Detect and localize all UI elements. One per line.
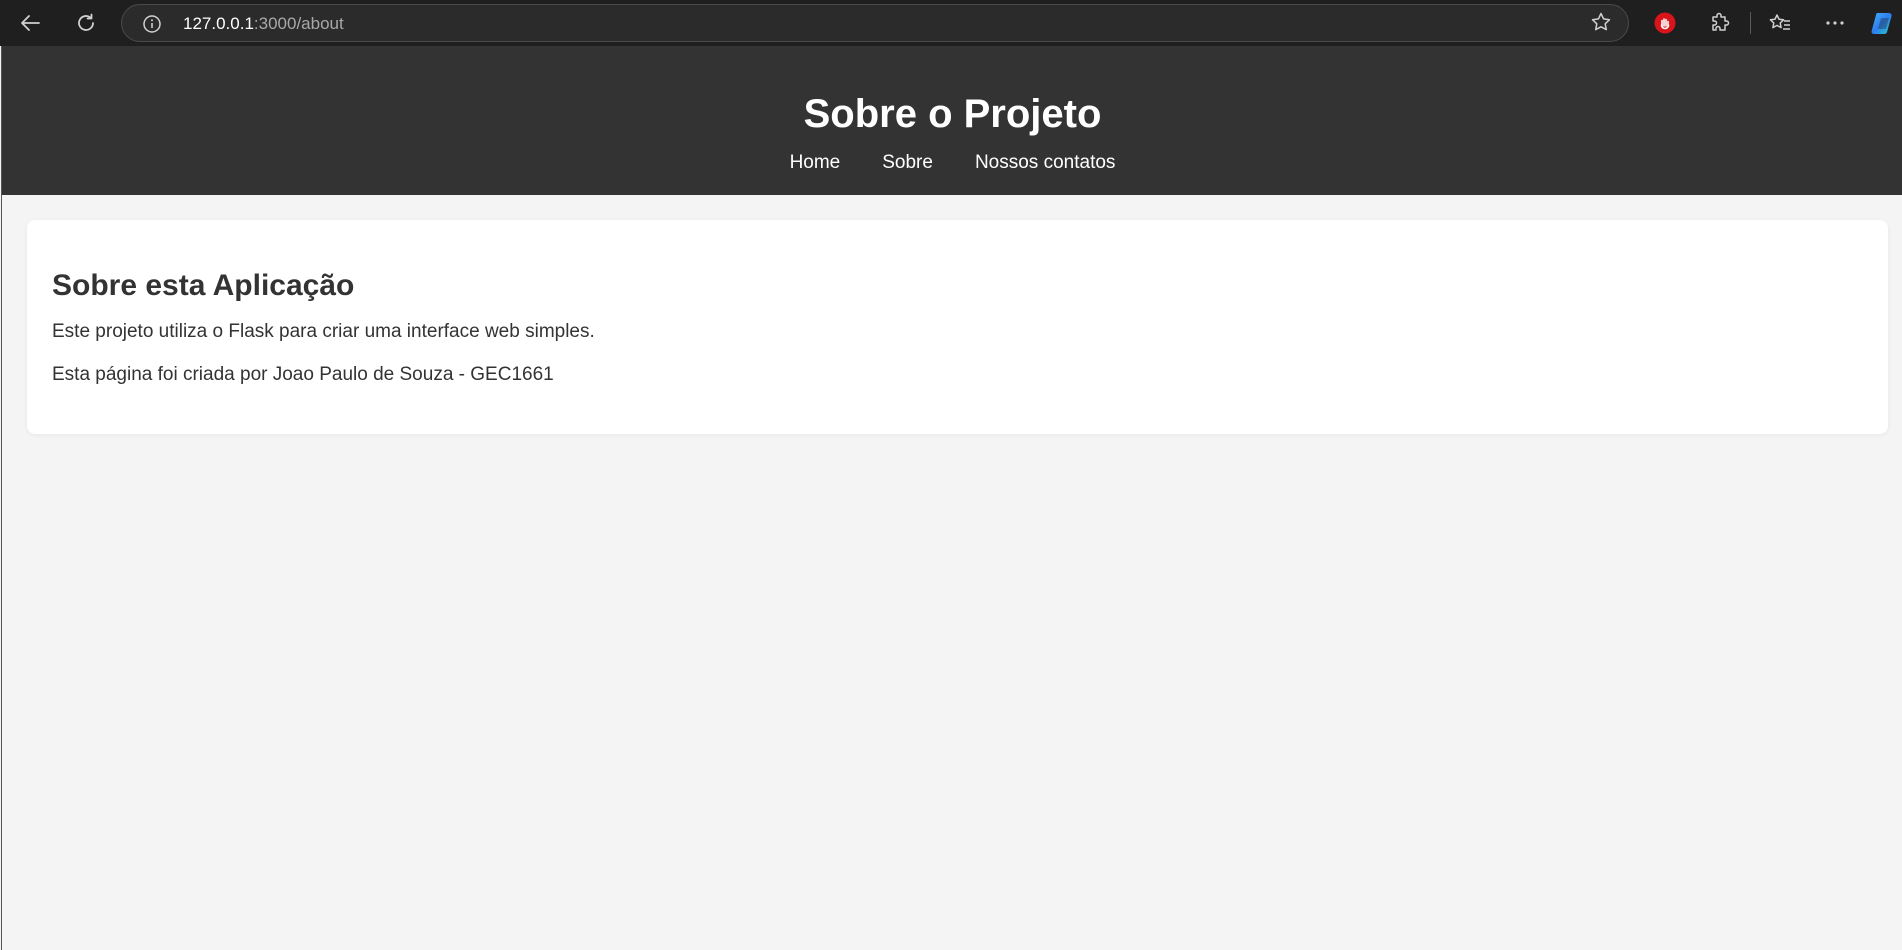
favorites-button[interactable] bbox=[1762, 6, 1798, 40]
info-icon[interactable] bbox=[142, 14, 162, 34]
page-viewport: Sobre o Projeto Home Sobre Nossos contat… bbox=[1, 46, 1902, 950]
more-menu-icon bbox=[1824, 12, 1846, 34]
main-nav: Home Sobre Nossos contatos bbox=[2, 152, 1902, 174]
blocker-extension-button[interactable] bbox=[1647, 6, 1683, 40]
site-header: Sobre o Projeto Home Sobre Nossos contat… bbox=[2, 46, 1902, 195]
url-path: :3000/about bbox=[253, 14, 344, 33]
description-paragraph: Este projeto utiliza o Flask para criar … bbox=[52, 321, 595, 342]
section-heading: Sobre esta Aplicação bbox=[52, 269, 355, 302]
copilot-icon bbox=[1869, 10, 1899, 36]
refresh-button[interactable] bbox=[68, 6, 104, 40]
copilot-button[interactable] bbox=[1866, 6, 1902, 40]
favorite-button[interactable] bbox=[1584, 7, 1618, 41]
favorites-list-icon bbox=[1768, 12, 1792, 34]
browser-toolbar: 127.0.0.1:3000/about bbox=[0, 0, 1902, 46]
extensions-button[interactable] bbox=[1702, 6, 1738, 40]
address-bar[interactable]: 127.0.0.1:3000/about bbox=[121, 4, 1629, 42]
back-arrow-icon bbox=[19, 12, 41, 34]
back-button[interactable] bbox=[12, 6, 48, 40]
refresh-icon bbox=[75, 12, 97, 34]
nav-link-sobre[interactable]: Sobre bbox=[882, 152, 933, 174]
page-title: Sobre o Projeto bbox=[803, 92, 1102, 136]
favorite-star-icon bbox=[1590, 11, 1612, 38]
toolbar-divider bbox=[1750, 12, 1751, 34]
nav-link-contatos[interactable]: Nossos contatos bbox=[975, 152, 1115, 174]
url-text[interactable]: 127.0.0.1:3000/about bbox=[183, 14, 344, 34]
extensions-puzzle-icon bbox=[1709, 12, 1731, 34]
author-paragraph: Esta página foi criada por Joao Paulo de… bbox=[52, 364, 554, 385]
nav-link-home[interactable]: Home bbox=[790, 152, 841, 174]
more-menu-button[interactable] bbox=[1817, 6, 1853, 40]
url-host: 127.0.0.1 bbox=[183, 14, 254, 33]
content-card: Sobre esta Aplicação Este projeto utiliz… bbox=[27, 220, 1888, 434]
extension-blocker-icon bbox=[1653, 11, 1677, 35]
